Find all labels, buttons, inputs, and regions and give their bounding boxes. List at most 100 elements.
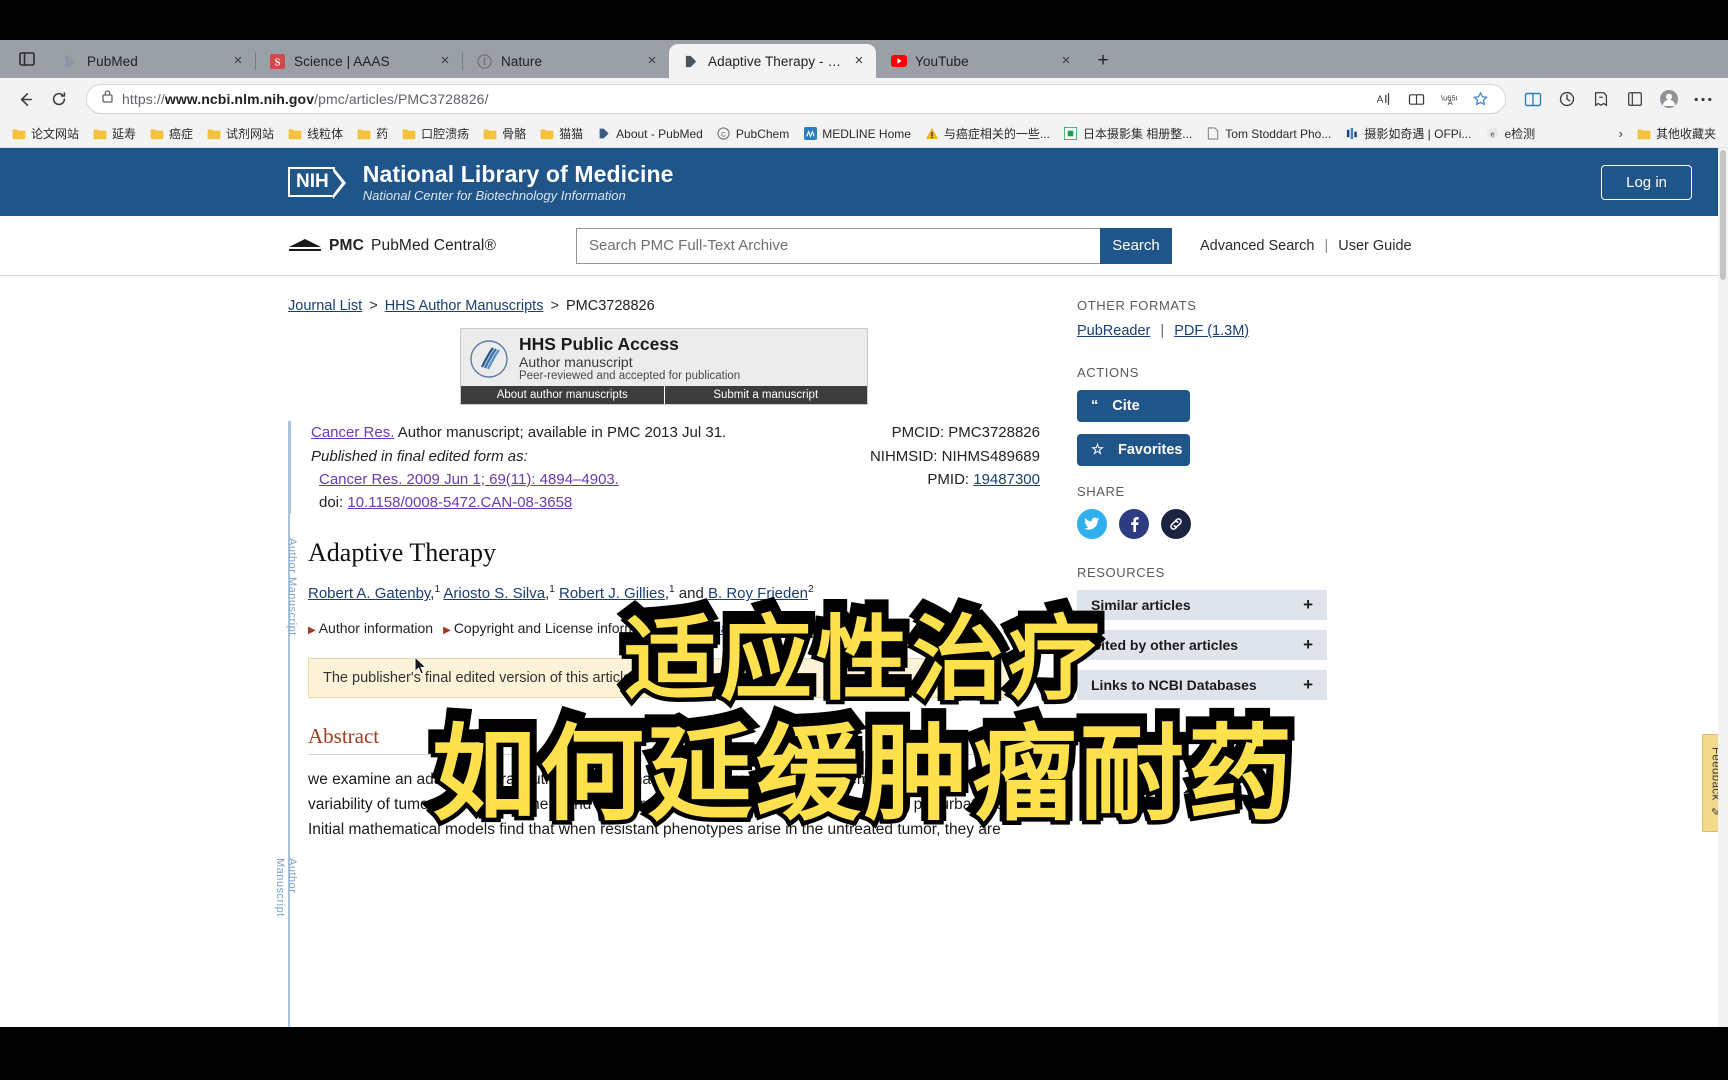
copyright-license-toggle[interactable]: ▶ Copyright and License information bbox=[443, 620, 666, 636]
facebook-icon[interactable] bbox=[1119, 509, 1149, 539]
pdf-link[interactable]: PDF (1.3M) bbox=[1174, 323, 1249, 339]
new-tab-button[interactable]: + bbox=[1089, 47, 1117, 75]
journal-link[interactable]: Cancer Res. bbox=[311, 424, 394, 441]
svg-text:S: S bbox=[275, 57, 281, 68]
bookmark-item[interactable]: 日本摄影集 相册整... bbox=[1058, 123, 1198, 144]
breadcrumb-journal-list[interactable]: Journal List bbox=[288, 298, 362, 314]
bookmark-label: 论文网站 bbox=[31, 127, 80, 141]
page-icon bbox=[1206, 127, 1220, 141]
twitter-icon[interactable] bbox=[1077, 509, 1107, 539]
author-link[interactable]: Robert A. Gatenby bbox=[308, 585, 430, 602]
green-icon bbox=[1064, 127, 1078, 141]
back-icon[interactable] bbox=[10, 84, 40, 114]
ncbi-subtitle: National Center for Biotechnology Inform… bbox=[362, 188, 626, 204]
folder-icon bbox=[12, 127, 26, 141]
expand-arrow-icon[interactable]: ▶ bbox=[1003, 733, 1012, 748]
close-icon[interactable]: × bbox=[1057, 52, 1075, 70]
browser-tab-active[interactable]: Adaptive Therapy - PMC × bbox=[669, 44, 876, 78]
pmid-link[interactable]: 19487300 bbox=[973, 471, 1040, 488]
pmc-building-icon bbox=[288, 238, 322, 255]
breadcrumb-hhs-author-manuscripts[interactable]: HHS Author Manuscripts bbox=[385, 298, 544, 314]
close-icon[interactable]: × bbox=[643, 52, 661, 70]
resource-ncbi-databases[interactable]: Links to NCBI Databases + bbox=[1077, 670, 1327, 700]
scrollbar-thumb[interactable] bbox=[1720, 150, 1726, 280]
close-icon[interactable]: × bbox=[229, 52, 247, 70]
browser-toolbar: https://www.ncbi.nlm.nih.gov/pmc/article… bbox=[0, 78, 1728, 120]
search-button[interactable]: Search bbox=[1099, 227, 1172, 264]
close-icon[interactable]: × bbox=[850, 52, 868, 70]
resource-cited-by[interactable]: Cited by other articles + bbox=[1077, 630, 1327, 660]
bookmark-item[interactable]: About - PubMed bbox=[591, 125, 709, 143]
favorite-icon[interactable] bbox=[1465, 84, 1495, 114]
bookmarks-overflow-button[interactable]: › bbox=[1613, 126, 1629, 141]
split-screen-icon[interactable] bbox=[1518, 84, 1548, 114]
address-bar[interactable]: https://www.ncbi.nlm.nih.gov/pmc/article… bbox=[86, 84, 1506, 114]
full-citation-link[interactable]: Cancer Res. 2009 Jun 1; 69(11): 4894–490… bbox=[319, 471, 619, 488]
other-bookmarks-folder[interactable]: 其他收藏夹 bbox=[1631, 123, 1722, 144]
link-icon[interactable] bbox=[1161, 509, 1191, 539]
url-text: https://www.ncbi.nlm.nih.gov/pmc/article… bbox=[122, 91, 489, 107]
search-input[interactable] bbox=[575, 227, 1100, 264]
bookmark-item[interactable]: 口腔溃疡 bbox=[396, 123, 475, 144]
tab-search-icon[interactable] bbox=[12, 44, 42, 74]
bookmark-item[interactable]: C PubChem bbox=[711, 125, 795, 143]
cite-button[interactable]: “ Cite bbox=[1077, 390, 1190, 422]
bookmark-item[interactable]: 延寿 bbox=[87, 123, 142, 144]
vertical-scrollbar[interactable] bbox=[1718, 148, 1728, 1027]
blue-icon bbox=[1345, 127, 1359, 141]
author-link[interactable]: Ariosto S. Silva bbox=[443, 585, 545, 602]
collections-icon[interactable] bbox=[1620, 84, 1650, 114]
browser-tab[interactable]: YouTube × bbox=[876, 44, 1083, 78]
browser-tab[interactable]: PubMed × bbox=[48, 44, 255, 78]
disclaimer-link[interactable]: Disclaimer bbox=[690, 620, 755, 636]
reading-view-icon[interactable] bbox=[1401, 84, 1431, 114]
more-icon[interactable] bbox=[1688, 84, 1718, 114]
translate-icon[interactable]: \u6587A bbox=[1433, 84, 1463, 114]
favorites-button[interactable]: ☆ Favorites bbox=[1077, 434, 1190, 466]
pmc-logo[interactable]: PMC PubMed Central® bbox=[288, 237, 496, 255]
bookmark-item[interactable]: 试剂网站 bbox=[201, 123, 280, 144]
close-icon[interactable]: × bbox=[436, 52, 454, 70]
read-aloud-icon[interactable]: A bbox=[1369, 84, 1399, 114]
bookmark-item[interactable]: 线粒体 bbox=[282, 123, 349, 144]
bookmark-label: PubChem bbox=[735, 126, 790, 141]
nlm-logo[interactable]: NIH National Library of Medicine Nationa… bbox=[288, 161, 674, 203]
article-sidebar: OTHER FORMATS PubReader | PDF (1.3M) ACT… bbox=[1077, 298, 1327, 842]
pubreader-link[interactable]: PubReader bbox=[1077, 323, 1150, 339]
bookmark-item[interactable]: e e检测 bbox=[1479, 123, 1541, 144]
bookmark-item[interactable]: 猫猫 bbox=[534, 123, 589, 144]
author-link[interactable]: Robert J. Gillies bbox=[559, 585, 665, 602]
bookmark-item[interactable]: 摄影如奇遇 | OFPi... bbox=[1339, 123, 1477, 144]
breadcrumb: Journal List > HHS Author Manuscripts > … bbox=[288, 298, 1040, 314]
bookmark-label: 日本摄影集 相册整... bbox=[1082, 127, 1193, 141]
bookmark-item[interactable]: Tom Stoddart Pho... bbox=[1200, 125, 1337, 143]
folder-icon bbox=[483, 127, 497, 141]
bookmark-item[interactable]: MEDLINE Home bbox=[797, 125, 917, 143]
author-information-toggle[interactable]: ▶ Author information bbox=[308, 620, 433, 636]
advanced-search-link[interactable]: Advanced Search bbox=[1200, 238, 1314, 254]
profile-icon[interactable] bbox=[1654, 84, 1684, 114]
submit-a-manuscript-link[interactable]: Submit a manuscript bbox=[665, 386, 868, 404]
resource-similar-articles[interactable]: Similar articles + bbox=[1077, 590, 1327, 620]
browser-tab[interactable]: S Science | AAAS × bbox=[255, 44, 462, 78]
about-author-manuscripts-link[interactable]: About author manuscripts bbox=[461, 386, 665, 405]
reload-icon[interactable] bbox=[44, 84, 74, 114]
bookmark-item[interactable]: 药 bbox=[351, 123, 394, 144]
bookmark-item[interactable]: 与癌症相关的一些... bbox=[919, 123, 1056, 144]
bookmark-label: 口腔溃疡 bbox=[421, 127, 470, 141]
add-favorite-icon[interactable] bbox=[1586, 84, 1616, 114]
doi-link[interactable]: 10.1158/0008-5472.CAN-08-3658 bbox=[347, 494, 572, 511]
lock-icon bbox=[101, 89, 114, 109]
user-guide-link[interactable]: User Guide bbox=[1338, 238, 1411, 254]
bookmark-item[interactable]: 癌症 bbox=[144, 123, 199, 144]
author-affiliation-marker: 2 bbox=[808, 584, 814, 596]
bookmark-label: 延寿 bbox=[112, 127, 137, 141]
author-link[interactable]: B. Roy Frieden bbox=[708, 585, 808, 602]
log-in-button[interactable]: Log in bbox=[1601, 164, 1692, 200]
browser-tab[interactable]: Nature × bbox=[462, 44, 669, 78]
history-icon[interactable] bbox=[1552, 84, 1582, 114]
folder-icon bbox=[93, 127, 107, 141]
bookmark-item[interactable]: 骨骼 bbox=[477, 123, 532, 144]
bookmark-item[interactable]: 论文网站 bbox=[6, 123, 85, 144]
article-column: Journal List > HHS Author Manuscripts > … bbox=[274, 298, 1040, 1027]
